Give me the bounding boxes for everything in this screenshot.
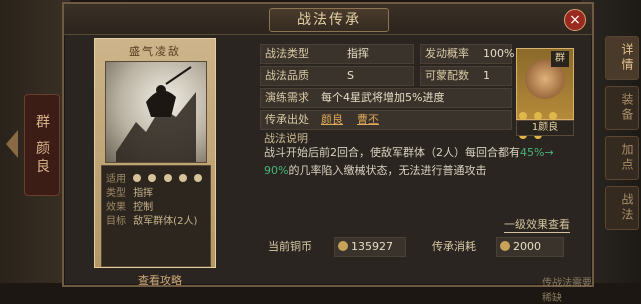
tab-equipment[interactable]: 装备 [605,86,639,130]
current-coins-box: 135927 [334,237,406,257]
star-icon [519,112,527,120]
source-hero-2[interactable]: 曹丕 [357,111,379,129]
current-coins-label: 当前铜币 [268,240,312,253]
tactic-info-panel: 适用 类型 指挥 效果 控制 目标 敌军群体(2人) [101,165,211,267]
tab-points[interactable]: 加点 [605,136,639,180]
target-value: 敌军群体(2人) [133,216,198,227]
tactic-type-value: 指挥 [347,47,369,60]
description-part-1: 战斗开始后前2回合，使敌军群体（2人）每回合都有 [264,146,520,159]
slots-label: 可蒙配数 [425,69,469,82]
cavalry-silhouette-icon [116,66,196,162]
tactic-type-label: 战法类型 [265,47,309,60]
tactic-card: 盛气凌敌 适用 类型 指挥 效果 控制 目标 敌军群体(2人) [94,38,216,268]
coin-icon [338,241,348,251]
quality-label: 战法品质 [265,69,309,82]
inherit-cost-value: 2000 [513,240,541,253]
source-label: 传承出处 [265,113,309,126]
modal-title-bar: 战法传承 × [64,4,592,35]
hero-portrait[interactable]: 群 [516,48,574,139]
shield-icon [148,174,157,182]
left-arrow-icon[interactable] [6,130,18,158]
modal-title: 战法传承 [269,8,389,32]
hero-star-rating [519,105,573,139]
source-row: 传承出处 颜良 曹丕 [260,110,512,130]
trigger-rate-row: 发动概率 100% [420,44,515,64]
hero-faction-badge: 群 [551,51,569,67]
description-text: 战斗开始后前2回合，使敌军群体（2人）每回合都有45%→ 90%的几率陷入缴械状… [264,144,574,180]
hero-level-name: 1颜良 [516,120,574,136]
star-icon [549,112,558,120]
bottom-hint: 传战法需要稀缺 [542,278,592,304]
side-hero-tab[interactable]: 群 颜良 [24,94,60,196]
usable-label: 适用 [106,174,126,185]
right-tab-list: 详情 装备 加点 战法 [591,30,641,230]
practice-value: 每个4星武将增加5%进度 [321,91,445,104]
tactic-name: 盛气凌敌 [129,45,181,58]
practice-label: 演练需求 [265,91,309,104]
quality-row: 战法品质 S [260,66,414,86]
spear-icon [178,174,187,182]
tactic-type-row: 战法类型 指挥 [260,44,414,64]
star-icon [534,112,543,120]
quality-value: S [347,69,354,82]
inherit-cost-box: 2000 [496,237,564,257]
target-label: 目标 [106,216,126,227]
inherit-tactic-modal: 战法传承 × 盛气凌敌 适用 类型 指挥 效果 控制 目标 敌军群体(2人) 战… [62,2,594,304]
bow-icon [163,174,172,182]
practice-row: 演练需求 每个4星武将增加5%进度 [260,88,512,108]
type-label: 类型 [106,188,126,199]
trigger-rate-label: 发动概率 [425,47,469,60]
description-part-2: 的几率陷入缴械状态，无法进行普通攻击 [288,164,487,177]
view-guide-link[interactable]: 查看攻略 [138,272,182,288]
description-highlight-1: 45%→ [520,146,554,159]
siege-icon [193,174,202,182]
effect-label: 效果 [106,202,126,213]
slots-row: 可蒙配数 1 [420,66,512,86]
tab-tactics[interactable]: 战法 [605,186,639,230]
description-highlight-2: 90% [264,164,289,177]
current-coins-value: 135927 [351,240,393,253]
tab-details[interactable]: 详情 [605,36,639,80]
close-button[interactable]: × [564,9,586,31]
tactic-artwork [105,61,207,163]
cavalry-icon [133,174,142,182]
level-effect-link[interactable]: 一级效果查看 [504,216,570,233]
inherit-cost-label: 传承消耗 [432,240,476,253]
source-hero-1[interactable]: 颜良 [321,111,343,129]
coin-icon [500,241,510,251]
slots-value: 1 [483,69,490,82]
trigger-rate-value: 100% [483,47,515,60]
